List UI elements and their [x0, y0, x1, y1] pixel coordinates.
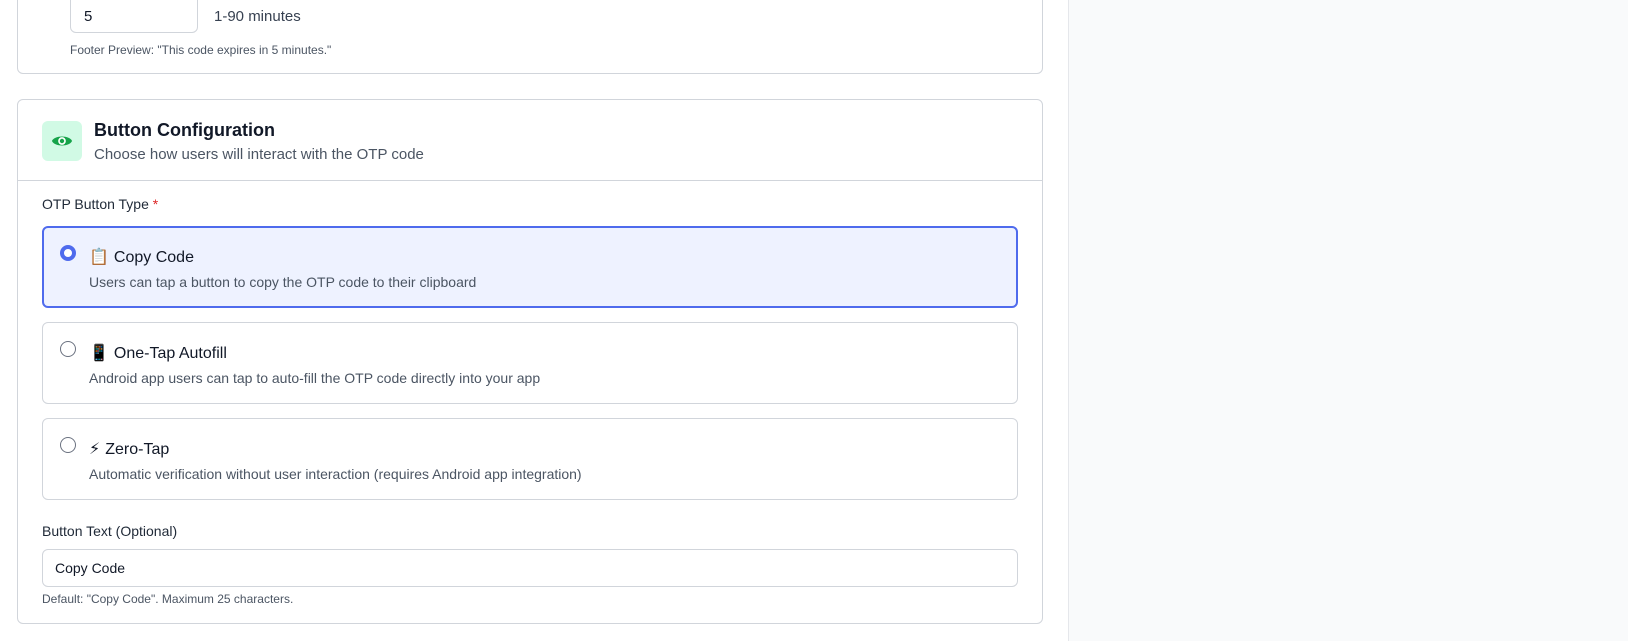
otp-button-type-label-text: OTP Button Type	[42, 196, 149, 212]
main-content: 5 1-90 minutes Footer Preview: "This cod…	[0, 0, 1068, 641]
right-panel	[1068, 0, 1628, 641]
clipboard-icon: 📋	[89, 249, 109, 266]
option-title: 📱 One-Tap Autofill	[89, 343, 227, 363]
option-title: 📋 Copy Code	[89, 247, 194, 267]
option-one-tap-autofill[interactable]: 📱 One-Tap Autofill Android app users can …	[42, 322, 1018, 404]
option-zero-tap[interactable]: ⚡ Zero-Tap Automatic verification without…	[42, 418, 1018, 500]
mobile-phone-icon: 📱	[89, 345, 109, 362]
radio-zero-tap[interactable]	[60, 437, 76, 453]
radio-one-tap-autofill[interactable]	[60, 341, 76, 357]
button-configuration-card: Button Configuration Choose how users wi…	[17, 99, 1043, 624]
option-title-text: Zero-Tap	[105, 441, 170, 458]
required-marker: *	[152, 196, 159, 212]
card-header: Button Configuration Choose how users wi…	[18, 100, 1042, 181]
option-description: Android app users can tap to auto-fill t…	[89, 370, 541, 386]
expiry-range-hint: 1-90 minutes	[214, 8, 301, 25]
card-title: Button Configuration	[94, 120, 275, 140]
eye-icon	[42, 121, 82, 161]
button-text-input[interactable]	[42, 549, 1018, 587]
radio-copy-code[interactable]	[60, 245, 76, 261]
option-title-text: Copy Code	[113, 249, 194, 266]
lightning-icon: ⚡	[89, 441, 101, 458]
footer-preview: Footer Preview: "This code expires in 5 …	[70, 43, 332, 57]
card-subtitle: Choose how users will interact with the …	[94, 146, 424, 163]
button-text-hint: Default: "Copy Code". Maximum 25 charact…	[42, 592, 294, 606]
option-description: Users can tap a button to copy the OTP c…	[89, 274, 477, 290]
option-copy-code[interactable]: 📋 Copy Code Users can tap a button to cop…	[42, 226, 1018, 308]
option-title-text: One-Tap Autofill	[113, 345, 227, 362]
button-text-label: Button Text (Optional)	[42, 523, 178, 539]
option-title: ⚡ Zero-Tap	[89, 439, 169, 459]
otp-button-type-label: OTP Button Type *	[42, 196, 158, 212]
expiry-card: 5 1-90 minutes Footer Preview: "This cod…	[17, 0, 1043, 74]
option-description: Automatic verification without user inte…	[89, 466, 582, 482]
expiry-minutes-input[interactable]: 5	[70, 0, 198, 33]
